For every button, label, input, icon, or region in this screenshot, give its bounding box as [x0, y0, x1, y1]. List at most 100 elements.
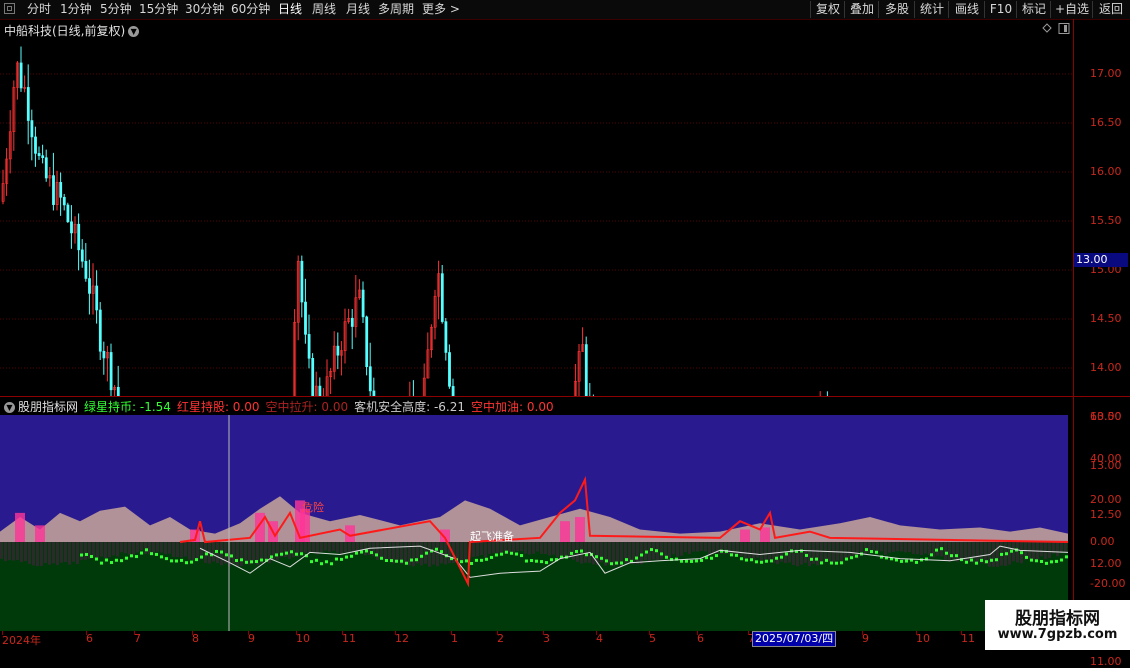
- green-star-dot: [375, 553, 378, 557]
- green-star-dot: [805, 553, 808, 557]
- green-star-dot: [540, 560, 543, 564]
- ground-bar: [408, 542, 411, 566]
- period-tab[interactable]: 30分钟: [185, 2, 224, 17]
- ground-bar: [64, 542, 67, 563]
- candle-body: [66, 204, 70, 223]
- period-tab[interactable]: 月线: [346, 2, 370, 17]
- green-star-dot: [945, 551, 948, 555]
- period-tab[interactable]: 更多 >: [422, 2, 460, 17]
- toolbar-button[interactable]: 标记: [1016, 1, 1051, 18]
- candle-body: [26, 87, 30, 121]
- green-star-dot: [490, 555, 493, 559]
- green-star-dot: [810, 557, 813, 561]
- period-tab[interactable]: 日线: [278, 2, 302, 17]
- chevron-down-icon[interactable]: ▼: [4, 402, 15, 413]
- indicator-name[interactable]: 股朋指标网: [18, 400, 78, 414]
- ground-bar: [736, 542, 739, 556]
- ground-bar: [80, 542, 83, 561]
- window-icon[interactable]: [4, 3, 15, 14]
- ground-bar: [916, 542, 919, 555]
- ground-bar: [344, 542, 347, 553]
- green-star-dot: [830, 561, 833, 565]
- green-star-dot: [980, 558, 983, 562]
- ground-bar: [496, 542, 499, 553]
- green-star-dot: [595, 555, 598, 559]
- green-star-dot: [645, 550, 648, 554]
- ground-bar: [32, 542, 35, 566]
- green-star-dot: [605, 559, 608, 563]
- green-star-dot: [1025, 555, 1028, 559]
- period-tab[interactable]: 1分钟: [60, 2, 92, 17]
- toolbar-button[interactable]: 统计: [914, 1, 949, 18]
- ground-bar: [388, 542, 391, 560]
- green-star-dot: [700, 558, 703, 562]
- ground-bar: [524, 542, 527, 554]
- green-star-dot: [135, 555, 138, 559]
- green-star-dot: [155, 552, 158, 556]
- green-star-dot: [175, 559, 178, 563]
- toolbar-button[interactable]: 叠加: [844, 1, 879, 18]
- date-tick-label: 11: [961, 632, 975, 645]
- green-star-dot: [915, 560, 918, 564]
- candle-body: [304, 301, 307, 335]
- green-star-dot: [870, 550, 873, 554]
- toolbar-button[interactable]: 多股: [878, 1, 915, 18]
- green-star-dot: [650, 548, 653, 552]
- pink-bar: [15, 512, 25, 542]
- ground-bar: [164, 542, 167, 555]
- toolbar-button[interactable]: 复权: [810, 1, 845, 18]
- cursor-date-tag: 2025/07/03/四: [752, 631, 837, 647]
- ground-bar: [728, 542, 731, 555]
- pink-bar: [35, 525, 45, 542]
- toolbar-button[interactable]: 画线: [948, 1, 985, 18]
- indicator-chart[interactable]: 危险起飞准备: [0, 415, 1073, 631]
- ground-bar: [668, 542, 671, 558]
- price-tick-label: 17.00: [1090, 67, 1122, 80]
- ground-bar: [636, 542, 639, 565]
- price-tick-label: 12.50: [1090, 508, 1122, 521]
- candle-body: [318, 385, 322, 396]
- green-star-dot: [190, 560, 193, 564]
- period-tab[interactable]: 多周期: [378, 2, 414, 17]
- period-tab[interactable]: 5分钟: [100, 2, 132, 17]
- period-tab[interactable]: 15分钟: [139, 2, 178, 17]
- candle-body: [448, 352, 451, 387]
- candle-body: [584, 344, 588, 396]
- green-star-dot: [340, 557, 343, 561]
- pink-bar: [760, 527, 770, 542]
- indicator-tick-label: 20.00: [1090, 493, 1122, 507]
- green-star-dot: [250, 560, 253, 564]
- green-star-dot: [100, 561, 103, 565]
- toolbar-button[interactable]: F10: [984, 1, 1017, 18]
- green-star-dot: [485, 557, 488, 561]
- period-tab[interactable]: 周线: [312, 2, 336, 17]
- ground-bar: [900, 542, 903, 552]
- ground-bar: [68, 542, 71, 565]
- green-star-dot: [350, 554, 353, 558]
- green-star-dot: [545, 561, 548, 565]
- panel-divider[interactable]: [0, 396, 1130, 397]
- green-star-dot: [330, 562, 333, 566]
- toolbar-button[interactable]: 返回: [1092, 1, 1129, 18]
- date-tick-label: 10: [916, 632, 930, 645]
- green-star-dot: [290, 550, 293, 554]
- toolbar-button[interactable]: +自选: [1050, 1, 1093, 18]
- green-star-dot: [390, 559, 393, 563]
- ground-bar: [480, 542, 483, 555]
- ground-bar: [0, 542, 3, 559]
- period-tab[interactable]: 分时: [27, 2, 51, 17]
- ground-bar: [800, 542, 803, 565]
- ground-bar: [308, 542, 311, 554]
- ground-bar: [608, 542, 611, 565]
- candle-body: [98, 309, 102, 352]
- green-star-dot: [140, 551, 143, 555]
- green-star-dot: [950, 554, 953, 558]
- candlestick-chart[interactable]: [0, 19, 1073, 396]
- ground-bar: [376, 542, 379, 560]
- green-star-dot: [105, 558, 108, 562]
- indicator-tick-label: 60.00: [1090, 410, 1122, 424]
- period-tab[interactable]: 60分钟: [231, 2, 270, 17]
- green-star-dot: [185, 561, 188, 565]
- ground-bar: [764, 542, 767, 560]
- price-tick-label: 15.50: [1090, 214, 1122, 227]
